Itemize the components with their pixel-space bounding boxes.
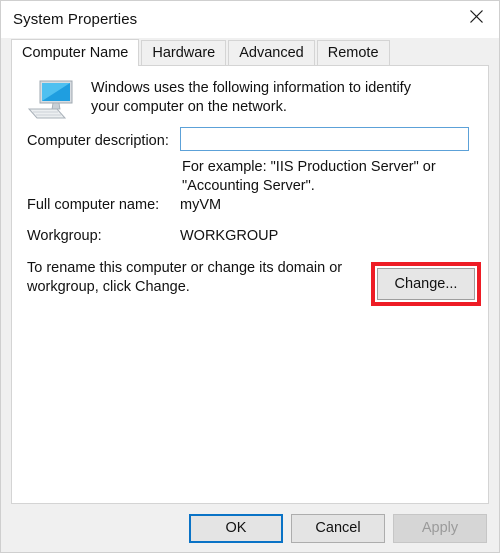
workgroup-value: WORKGROUP <box>180 228 279 244</box>
close-button[interactable] <box>453 1 499 32</box>
tab-label: Hardware <box>152 45 216 61</box>
tab-panel-computer-name: Windows uses the following information t… <box>11 65 489 504</box>
cancel-button[interactable]: Cancel <box>291 513 385 543</box>
tab-label: Computer Name <box>22 45 129 61</box>
ok-button[interactable]: OK <box>189 513 283 543</box>
tab-label: Remote <box>327 45 379 61</box>
computer-description-hint: For example: "IIS Production Server" or … <box>182 159 436 194</box>
tab-hardware[interactable]: Hardware <box>141 40 227 65</box>
tab-label: Advanced <box>239 45 304 61</box>
workgroup-label: Workgroup: <box>27 228 102 244</box>
title-bar: System Properties <box>1 1 499 38</box>
system-properties-dialog: System Properties Computer Name Hardware… <box>0 0 500 553</box>
intro-text: Windows uses the following information t… <box>91 80 411 115</box>
window-title: System Properties <box>13 11 138 28</box>
computer-description-input[interactable] <box>180 127 469 151</box>
tab-advanced[interactable]: Advanced <box>228 40 315 65</box>
dialog-footer: OK Cancel Apply <box>1 504 499 552</box>
full-computer-name-value: myVM <box>180 197 222 213</box>
computer-monitor-icon <box>27 78 73 122</box>
computer-description-label: Computer description: <box>27 133 169 149</box>
change-button[interactable]: Change... <box>377 268 475 300</box>
tab-strip: Computer Name Hardware Advanced Remote <box>11 38 489 66</box>
full-computer-name-label: Full computer name: <box>27 197 160 213</box>
tab-computer-name[interactable]: Computer Name <box>11 39 140 66</box>
close-icon <box>469 10 483 23</box>
rename-instructions: To rename this computer or change its do… <box>27 260 343 295</box>
apply-button: Apply <box>393 513 487 543</box>
tab-remote[interactable]: Remote <box>316 40 390 65</box>
intro-section: Windows uses the following information t… <box>27 76 474 122</box>
